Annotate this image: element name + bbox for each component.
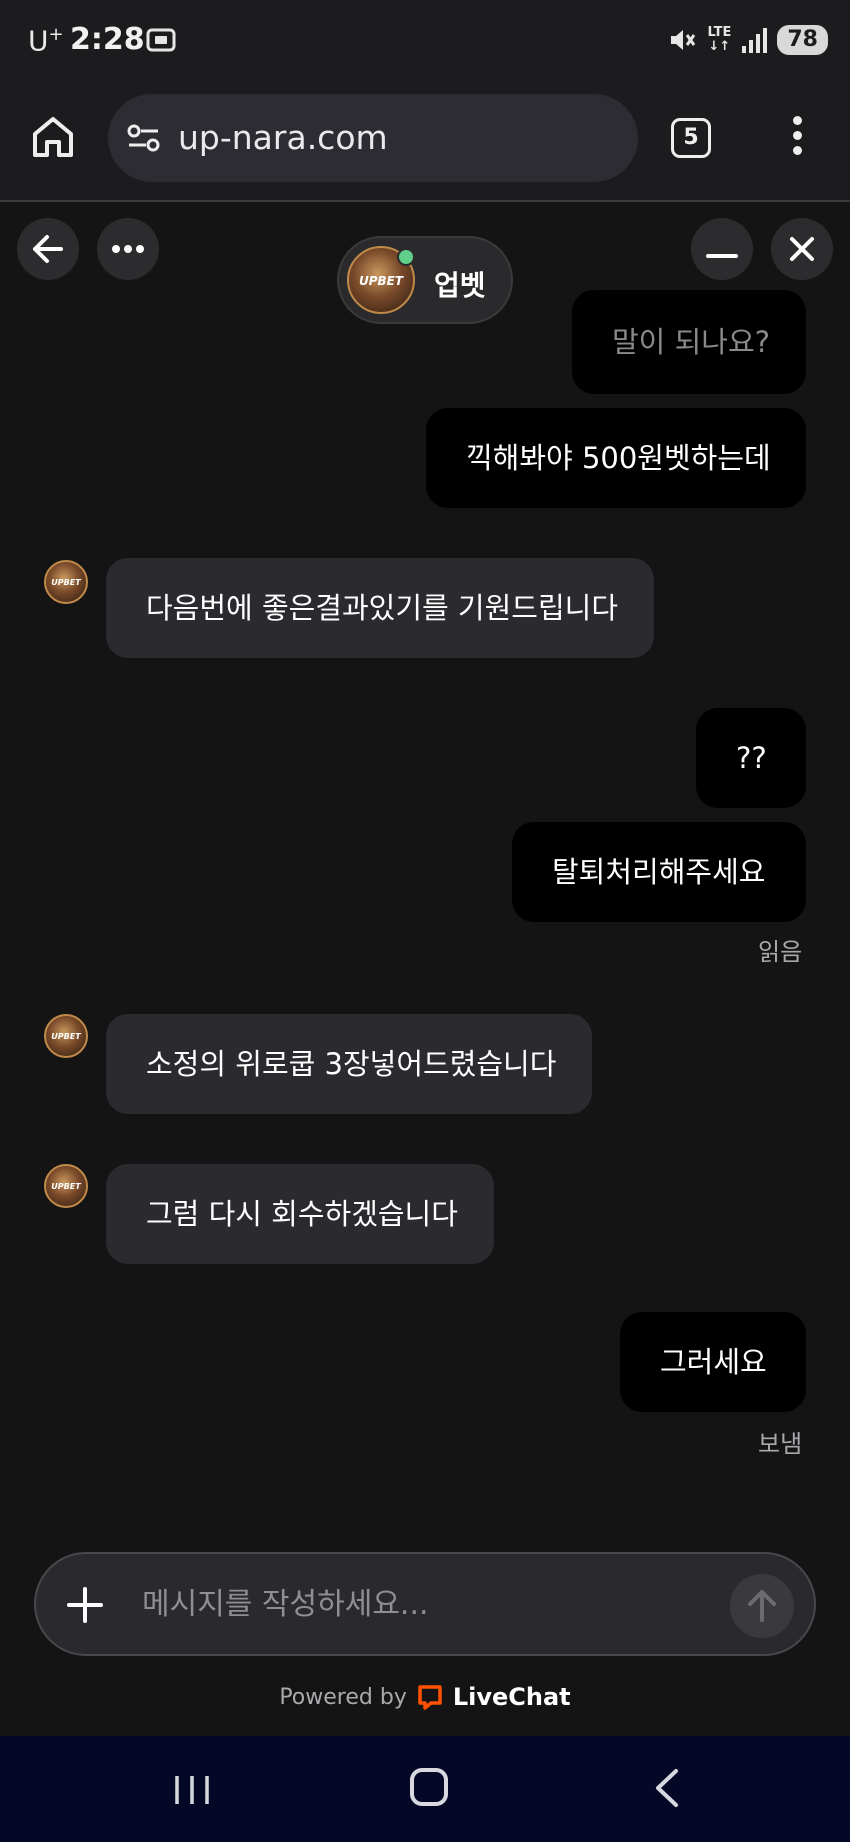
clock: 2:28	[70, 22, 145, 57]
home-icon[interactable]	[30, 114, 76, 160]
home-nav-icon[interactable]	[410, 1768, 448, 1806]
minimize-icon	[706, 254, 738, 258]
message-text: 끽해봐야 500원벳하는데	[466, 441, 771, 475]
url-text[interactable]: up-nara.com	[178, 118, 388, 157]
message-composer	[34, 1552, 816, 1656]
message-text: 소정의 위로쿱 3장넣어드렸습니다	[146, 1047, 557, 1081]
site-settings-icon[interactable]	[126, 122, 162, 154]
agent-header[interactable]: UPBET 업벳	[337, 236, 513, 324]
chat-options-button[interactable]	[97, 218, 159, 280]
message-text: 그럼 다시 회수하겠습니다	[146, 1197, 458, 1231]
avatar-logo: UPBET	[51, 578, 81, 587]
carrier-label: U+	[28, 24, 64, 58]
livechat-logo-icon[interactable]	[417, 1684, 443, 1710]
agent-avatar: UPBET	[44, 1164, 88, 1208]
system-nav-bar	[0, 1736, 850, 1842]
message-user: 그러세요	[620, 1312, 806, 1412]
message-status: 보냄	[758, 1430, 803, 1458]
powered-by-label: Powered by	[279, 1684, 407, 1710]
message-user: 끽해봐야 500원벳하는데	[426, 408, 806, 508]
signal-icon	[742, 28, 768, 53]
status-icons: LTE ↓↑ 78	[667, 22, 828, 58]
message-user: ??	[696, 708, 806, 808]
status-bar: U+ 2:28 LTE ↓↑ 78	[0, 0, 850, 82]
message-agent: 그럼 다시 회수하겠습니다	[106, 1164, 494, 1264]
message-text: 그러세요	[660, 1345, 767, 1379]
message-input[interactable]	[142, 1554, 702, 1654]
close-button[interactable]	[771, 218, 833, 280]
back-button[interactable]	[17, 218, 79, 280]
more-horiz-icon	[112, 245, 144, 253]
back-arrow-icon	[33, 235, 63, 263]
livechat-brand[interactable]: LiveChat	[453, 1683, 571, 1711]
message-agent: 소정의 위로쿱 3장넣어드렸습니다	[106, 1014, 592, 1114]
plus-icon[interactable]	[64, 1584, 106, 1626]
send-arrow-icon	[748, 1590, 776, 1622]
recents-icon[interactable]	[172, 1774, 212, 1806]
back-nav-icon[interactable]	[652, 1768, 682, 1808]
lte-icon: LTE ↓↑	[707, 25, 732, 54]
avatar-logo: UPBET	[358, 273, 404, 288]
tabs-icon[interactable]: 5	[671, 118, 711, 158]
message-status: 읽음	[758, 938, 803, 966]
message-text: 말이 되나요?	[612, 325, 771, 359]
browser-toolbar: up-nara.com 5	[0, 82, 850, 202]
message-user: 탈퇴처리해주세요	[512, 822, 806, 922]
mute-icon	[671, 30, 696, 50]
send-button[interactable]	[730, 1574, 794, 1638]
agent-name: 업벳	[434, 269, 486, 302]
screenshot-icon	[146, 28, 176, 52]
agent-avatar: UPBET	[44, 1014, 88, 1058]
more-vert-icon[interactable]	[787, 116, 807, 162]
minimize-button[interactable]	[691, 218, 753, 280]
message-text: ??	[736, 741, 767, 775]
message-text: 탈퇴처리해주세요	[552, 855, 766, 889]
powered-by-footer: Powered by LiveChat	[0, 1680, 850, 1714]
battery-icon: 78	[777, 25, 828, 55]
message-agent: 다음번에 좋은결과있기를 기원드립니다	[106, 558, 654, 658]
avatar-logo: UPBET	[51, 1032, 81, 1041]
message-user: 말이 되나요?	[572, 290, 806, 394]
online-status-dot	[397, 248, 415, 266]
avatar-logo: UPBET	[51, 1182, 81, 1191]
message-text: 다음번에 좋은결과있기를 기원드립니다	[146, 591, 618, 625]
close-icon	[790, 237, 814, 261]
agent-avatar: UPBET	[44, 560, 88, 604]
address-bar[interactable]: up-nara.com	[108, 94, 638, 182]
